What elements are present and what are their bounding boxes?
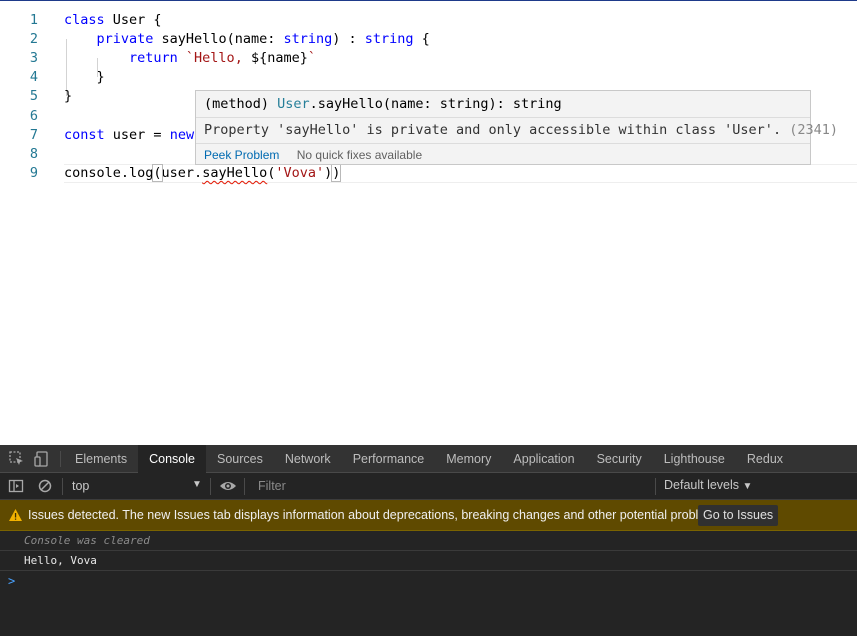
go-to-issues-button[interactable]: Go to Issues [698, 505, 779, 526]
line-number: 2 [29, 31, 38, 47]
line-number: 5 [29, 88, 38, 104]
device-toolbar-icon[interactable] [33, 450, 51, 468]
console-filter-input[interactable]: Filter [258, 479, 286, 493]
code-line[interactable]: 9 console.log(user.sayHello('Vova')) [0, 164, 857, 183]
code-text: const user = new [64, 127, 195, 143]
code-text: console.log(user.sayHello('Vova')) [64, 164, 342, 182]
tab-memory[interactable]: Memory [435, 445, 502, 473]
console-message: Console was cleared [0, 532, 857, 551]
chevron-down-icon[interactable]: ▼ [192, 479, 202, 490]
line-number: 8 [29, 146, 38, 162]
tab-lighthouse[interactable]: Lighthouse [653, 445, 736, 473]
code-line[interactable]: 1 class User { [0, 11, 857, 30]
code-text: } [64, 69, 105, 85]
code-text: private sayHello(name: string) : string … [64, 31, 430, 47]
default-levels-dropdown[interactable]: Default levels ▼ [664, 478, 752, 492]
no-quick-fixes-label: No quick fixes available [296, 148, 423, 162]
issues-banner-text: Issues detected. The new Issues tab disp… [28, 508, 726, 522]
console-toolbar: top ▼ Filter Default levels ▼ [0, 473, 857, 500]
tab-application[interactable]: Application [502, 445, 585, 473]
code-text: class User { [64, 12, 162, 28]
line-number: 7 [29, 127, 38, 143]
line-number: 3 [29, 50, 38, 66]
code-editor[interactable]: 1 class User { 2 private sayHello(name: st… [0, 0, 857, 446]
tab-console[interactable]: Console [138, 445, 206, 473]
code-text: return `Hello, ${name}` [64, 50, 316, 66]
hover-error-message: Property 'sayHello' is private and only … [204, 122, 838, 138]
console-message: Hello, Vova [0, 552, 857, 571]
sidebar-toggle-icon[interactable] [8, 478, 24, 494]
line-number: 4 [29, 69, 38, 85]
issues-banner: Issues detected. The new Issues tab disp… [0, 500, 857, 531]
tab-elements[interactable]: Elements [64, 445, 138, 473]
peek-problem-link[interactable]: Peek Problem [204, 148, 279, 162]
code-line[interactable]: 4 } [0, 68, 857, 87]
devtools-tabs: Elements Console Sources Network Performance… [64, 445, 794, 473]
line-number: 6 [29, 108, 38, 124]
console-cleared-text: Console was cleared [24, 534, 150, 547]
console-prompt[interactable]: > [8, 574, 15, 588]
devtools-tabbar: Elements Console Sources Network Performance… [0, 445, 857, 473]
hover-tooltip: (method) User.sayHello(name: string): st… [195, 90, 838, 165]
clear-console-icon[interactable] [37, 478, 53, 494]
hover-signature: (method) User.sayHello(name: string): st… [204, 96, 562, 112]
code-line[interactable]: 2 private sayHello(name: string) : strin… [0, 30, 857, 49]
tab-network[interactable]: Network [274, 445, 342, 473]
inspect-element-icon[interactable] [8, 450, 26, 468]
devtools-panel: Elements Console Sources Network Performance… [0, 445, 857, 636]
warning-icon [9, 509, 22, 521]
tab-security[interactable]: Security [586, 445, 653, 473]
line-number: 9 [29, 165, 38, 181]
console-output-text: Hello, Vova [24, 554, 97, 567]
eye-icon[interactable] [219, 479, 237, 493]
tab-redux[interactable]: Redux [736, 445, 794, 473]
code-text: } [64, 88, 73, 104]
line-number: 1 [29, 12, 38, 28]
code-line[interactable]: 3 return `Hello, ${name}` [0, 49, 857, 68]
tab-sources[interactable]: Sources [206, 445, 274, 473]
context-selector[interactable]: top [72, 479, 89, 493]
tab-performance[interactable]: Performance [342, 445, 436, 473]
